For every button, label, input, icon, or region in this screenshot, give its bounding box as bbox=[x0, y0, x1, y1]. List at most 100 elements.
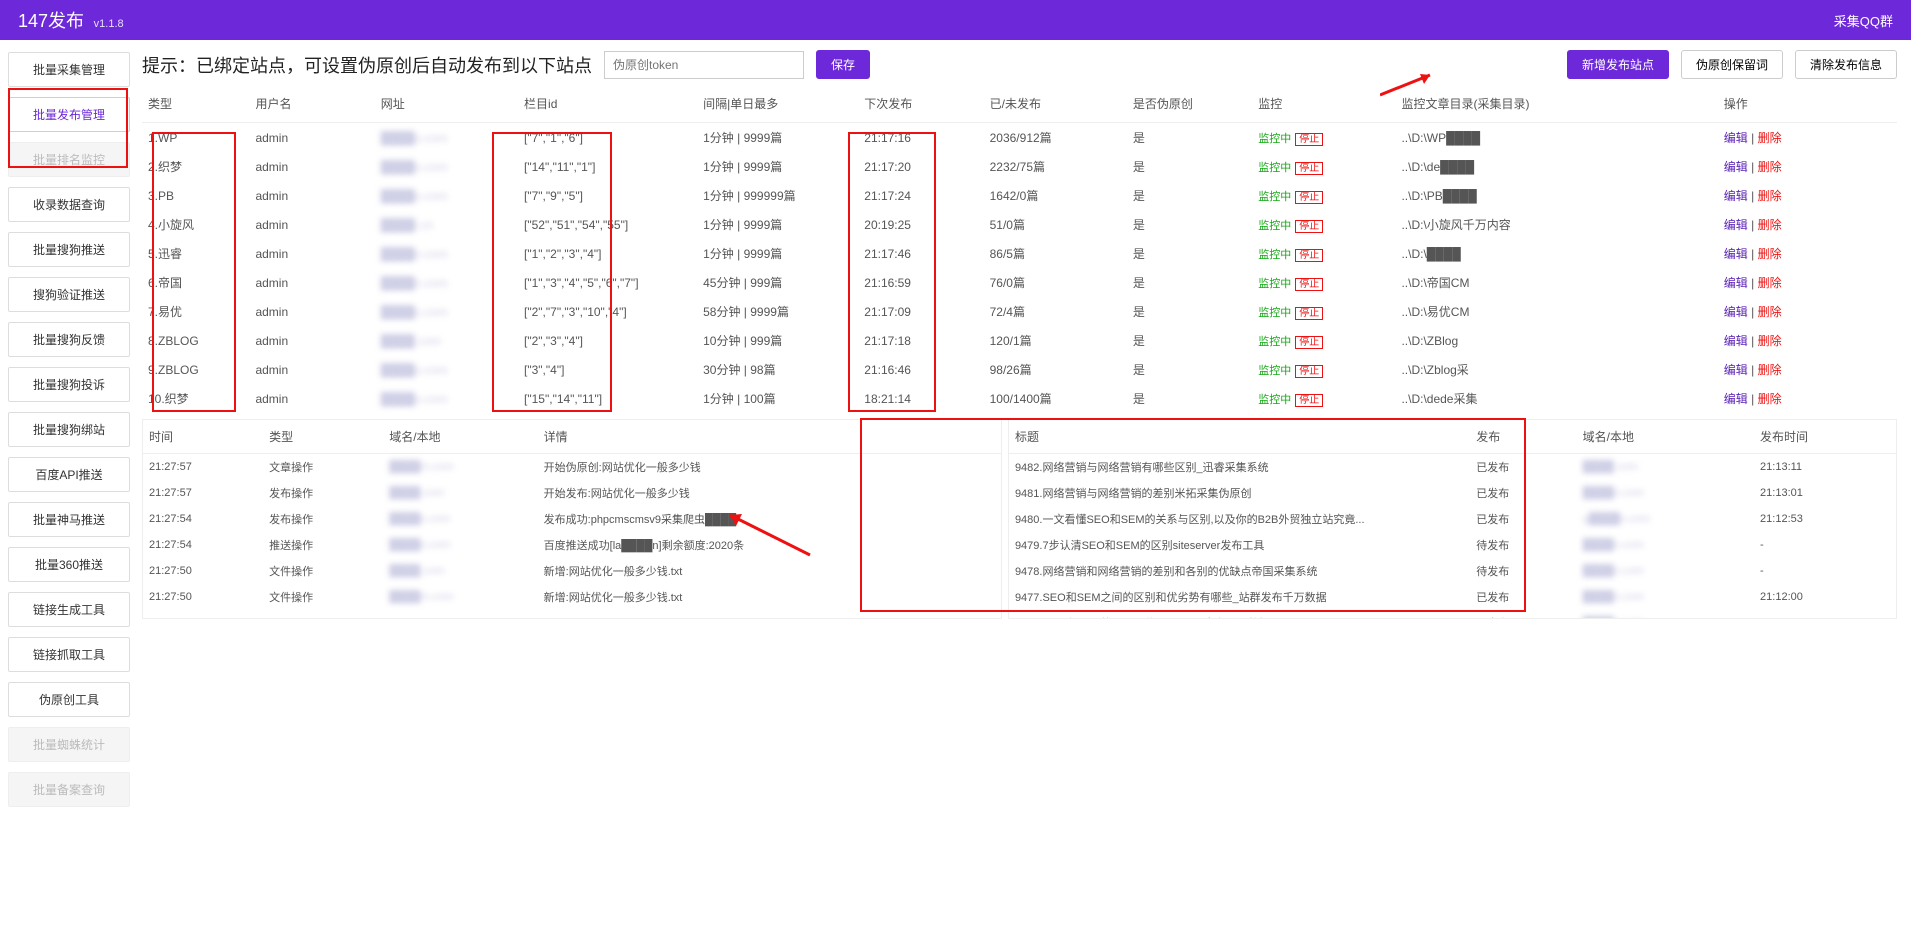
cell-user: admin bbox=[249, 355, 374, 384]
cell-dir: ..\D:\小旋风千万内容 bbox=[1395, 210, 1717, 239]
cell-colid: ["1","2","3","4"] bbox=[518, 239, 697, 268]
stop-button[interactable]: 停止 bbox=[1295, 365, 1323, 378]
sidebar-item-12[interactable]: 链接生成工具 bbox=[8, 592, 130, 627]
stop-button[interactable]: 停止 bbox=[1295, 336, 1323, 349]
log-row: 9479.7步认清SEO和SEM的区别siteserver发布工具待发布████… bbox=[1009, 532, 1896, 558]
table-row[interactable]: 8.ZBLOGadmin████.com["2","3","4"]10分钟 | … bbox=[142, 326, 1897, 355]
stop-button[interactable]: 停止 bbox=[1295, 394, 1323, 407]
table-row[interactable]: 4.小旋风admin████i.cn["52","51","54","55"]1… bbox=[142, 210, 1897, 239]
cell-dir: ..\D:\de████ bbox=[1395, 152, 1717, 181]
edit-link[interactable]: 编辑 bbox=[1724, 392, 1748, 406]
stop-button[interactable]: 停止 bbox=[1295, 220, 1323, 233]
table-row[interactable]: 3.PBadmin████o.com["7","9","5"]1分钟 | 999… bbox=[142, 181, 1897, 210]
cell-url: ████o.com bbox=[375, 239, 518, 268]
sidebar-item-3[interactable]: 收录数据查询 bbox=[8, 187, 130, 222]
col-header: 标题 bbox=[1009, 420, 1470, 454]
delete-link[interactable]: 删除 bbox=[1758, 334, 1782, 348]
sidebar-item-13[interactable]: 链接抓取工具 bbox=[8, 637, 130, 672]
cell-pseudo: 是 bbox=[1127, 181, 1252, 210]
delete-link[interactable]: 删除 bbox=[1758, 247, 1782, 261]
cell-pseudo: 是 bbox=[1127, 268, 1252, 297]
cell-pub: 76/0篇 bbox=[984, 268, 1127, 297]
stop-button[interactable]: 停止 bbox=[1295, 133, 1323, 146]
table-row[interactable]: 1.WPadmin████o.com["7","1","6"]1分钟 | 999… bbox=[142, 123, 1897, 153]
log-row: 21:27:50文件操作████.com新增:网站优化一般多少钱.txt bbox=[143, 558, 1001, 584]
sidebar-item-10[interactable]: 批量神马推送 bbox=[8, 502, 130, 537]
col-header: 是否伪原创 bbox=[1127, 85, 1252, 123]
pseudo-token-input[interactable] bbox=[604, 51, 804, 79]
table-row[interactable]: 7.易优admin████o.com["2","7","3","10","4"]… bbox=[142, 297, 1897, 326]
qq-group-link[interactable]: 采集QQ群 bbox=[1834, 11, 1893, 30]
col-header: 监控 bbox=[1252, 85, 1395, 123]
keep-word-button[interactable]: 伪原创保留词 bbox=[1681, 50, 1783, 79]
col-header: 发布时间 bbox=[1754, 420, 1896, 454]
sidebar-item-11[interactable]: 批量360推送 bbox=[8, 547, 130, 582]
table-row[interactable]: 6.帝国admin████o.com["1","3","4","5","6","… bbox=[142, 268, 1897, 297]
stop-button[interactable]: 停止 bbox=[1295, 191, 1323, 204]
cell-next: 21:17:18 bbox=[858, 326, 983, 355]
table-row[interactable]: 2.织梦admin████o.com["14","11","1"]1分钟 | 9… bbox=[142, 152, 1897, 181]
cell-next: 21:17:16 bbox=[858, 123, 983, 153]
sidebar-item-6[interactable]: 批量搜狗反馈 bbox=[8, 322, 130, 357]
delete-link[interactable]: 删除 bbox=[1758, 363, 1782, 377]
delete-link[interactable]: 删除 bbox=[1758, 160, 1782, 174]
cell-next: 21:16:59 bbox=[858, 268, 983, 297]
cell-pseudo: 是 bbox=[1127, 239, 1252, 268]
sidebar-item-5[interactable]: 搜狗验证推送 bbox=[8, 277, 130, 312]
table-row[interactable]: 10.织梦admin████o.com["15","14","11"]1分钟 |… bbox=[142, 384, 1897, 413]
cell-ops: 编辑 | 删除 bbox=[1718, 123, 1897, 153]
save-button[interactable]: 保存 bbox=[816, 50, 870, 79]
col-header: 操作 bbox=[1718, 85, 1897, 123]
table-row[interactable]: 9.ZBLOGadmin████o.com["3","4"]30分钟 | 98篇… bbox=[142, 355, 1897, 384]
sidebar-item-7[interactable]: 批量搜狗投诉 bbox=[8, 367, 130, 402]
log-row: 21:27:54发布操作████o.com发布成功:phpcmscmsv9采集爬… bbox=[143, 506, 1001, 532]
sidebar-item-1[interactable]: 批量发布管理 bbox=[8, 97, 130, 132]
cell-dir: ..\D:\WP████ bbox=[1395, 123, 1717, 153]
table-row[interactable]: 5.迅睿admin████o.com["1","2","3","4"]1分钟 |… bbox=[142, 239, 1897, 268]
col-header: 监控文章目录(采集目录) bbox=[1395, 85, 1717, 123]
edit-link[interactable]: 编辑 bbox=[1724, 218, 1748, 232]
delete-link[interactable]: 删除 bbox=[1758, 131, 1782, 145]
stop-button[interactable]: 停止 bbox=[1295, 249, 1323, 262]
edit-link[interactable]: 编辑 bbox=[1724, 276, 1748, 290]
add-site-button[interactable]: 新增发布站点 bbox=[1567, 50, 1669, 79]
cell-ops: 编辑 | 删除 bbox=[1718, 181, 1897, 210]
cell-ops: 编辑 | 删除 bbox=[1718, 152, 1897, 181]
delete-link[interactable]: 删除 bbox=[1758, 305, 1782, 319]
cell-type: 4.小旋风 bbox=[142, 210, 249, 239]
cell-pub: 98/26篇 bbox=[984, 355, 1127, 384]
delete-link[interactable]: 删除 bbox=[1758, 392, 1782, 406]
sidebar-item-0[interactable]: 批量采集管理 bbox=[8, 52, 130, 87]
sidebar-item-9[interactable]: 百度API推送 bbox=[8, 457, 130, 492]
cell-pub: 1642/0篇 bbox=[984, 181, 1127, 210]
cell-colid: ["7","1","6"] bbox=[518, 123, 697, 153]
clear-info-button[interactable]: 清除发布信息 bbox=[1795, 50, 1897, 79]
edit-link[interactable]: 编辑 bbox=[1724, 160, 1748, 174]
edit-link[interactable]: 编辑 bbox=[1724, 131, 1748, 145]
cell-url: ████o.com bbox=[375, 123, 518, 153]
sidebar-item-8[interactable]: 批量搜狗绑站 bbox=[8, 412, 130, 447]
stop-button[interactable]: 停止 bbox=[1295, 278, 1323, 291]
sidebar-item-4[interactable]: 批量搜狗推送 bbox=[8, 232, 130, 267]
delete-link[interactable]: 删除 bbox=[1758, 189, 1782, 203]
cell-interval: 58分钟 | 9999篇 bbox=[697, 297, 858, 326]
edit-link[interactable]: 编辑 bbox=[1724, 305, 1748, 319]
edit-link[interactable]: 编辑 bbox=[1724, 247, 1748, 261]
hint-bar: 提示：已绑定站点，可设置伪原创后自动发布到以下站点 保存 新增发布站点 伪原创保… bbox=[142, 50, 1897, 79]
cell-next: 21:17:09 bbox=[858, 297, 983, 326]
delete-link[interactable]: 删除 bbox=[1758, 276, 1782, 290]
cell-next: 21:17:46 bbox=[858, 239, 983, 268]
stop-button[interactable]: 停止 bbox=[1295, 162, 1323, 175]
cell-user: admin bbox=[249, 268, 374, 297]
sidebar-item-14[interactable]: 伪原创工具 bbox=[8, 682, 130, 717]
topbar: 147发布 v1.1.8 采集QQ群 bbox=[0, 0, 1911, 40]
cell-pseudo: 是 bbox=[1127, 355, 1252, 384]
stop-button[interactable]: 停止 bbox=[1295, 307, 1323, 320]
edit-link[interactable]: 编辑 bbox=[1724, 334, 1748, 348]
cell-dir: ..\D:\Zblog采 bbox=[1395, 355, 1717, 384]
delete-link[interactable]: 删除 bbox=[1758, 218, 1782, 232]
cell-colid: ["2","3","4"] bbox=[518, 326, 697, 355]
edit-link[interactable]: 编辑 bbox=[1724, 189, 1748, 203]
edit-link[interactable]: 编辑 bbox=[1724, 363, 1748, 377]
cell-pub: 51/0篇 bbox=[984, 210, 1127, 239]
